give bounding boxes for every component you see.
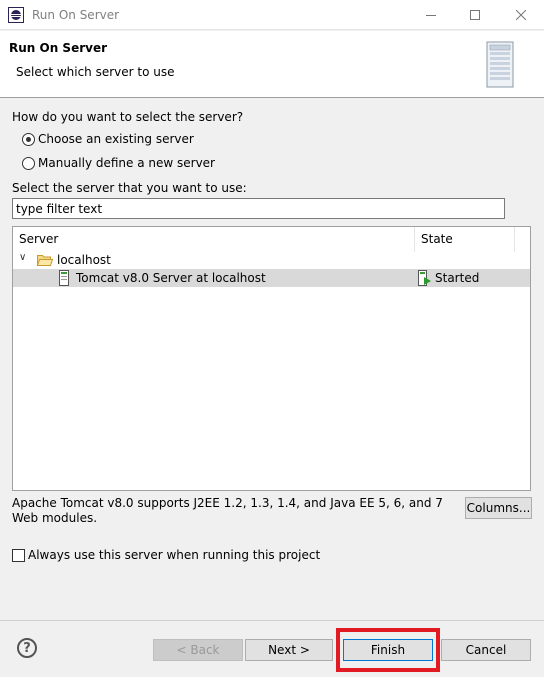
footer-separator: [0, 620, 544, 621]
define-new-radio[interactable]: Manually define a new server: [22, 156, 215, 170]
checkbox-box[interactable]: [12, 548, 25, 562]
choose-existing-radio[interactable]: Choose an existing server: [22, 132, 194, 146]
window-title: Run On Server: [32, 8, 120, 22]
selection-question: How do you want to select the server?: [12, 110, 244, 124]
filter-input[interactable]: [12, 198, 505, 219]
tree-group-localhost[interactable]: ∨ localhost: [13, 251, 530, 269]
help-icon[interactable]: ?: [17, 638, 37, 658]
minimize-button[interactable]: [408, 0, 453, 30]
server-tower-icon: [486, 41, 514, 88]
column-header-server[interactable]: Server: [13, 227, 415, 252]
choose-existing-label: Choose an existing server: [38, 132, 194, 146]
maximize-button[interactable]: [452, 0, 497, 30]
radio-selected-indicator[interactable]: [22, 132, 35, 146]
filter-label: Select the server that you want to use:: [12, 181, 247, 195]
tree-group-label: localhost: [57, 253, 111, 267]
columns-button[interactable]: Columns...: [465, 497, 532, 519]
server-state: Started: [435, 271, 480, 285]
cancel-button[interactable]: Cancel: [441, 639, 531, 661]
close-button[interactable]: [498, 0, 543, 30]
title-bar: Run On Server: [0, 0, 544, 30]
always-use-label: Always use this server when running this…: [28, 548, 321, 562]
server-started-icon: [418, 270, 431, 286]
maximize-icon: [469, 10, 480, 20]
column-header-state[interactable]: State: [415, 227, 515, 252]
radio-unselected-indicator[interactable]: [22, 156, 35, 170]
wizard-header: Run On Server Select which server to use: [0, 31, 544, 98]
server-description: Apache Tomcat v8.0 supports J2EE 1.2, 1.…: [12, 496, 443, 525]
server-icon: [59, 270, 69, 286]
server-name: Tomcat v8.0 Server at localhost: [76, 271, 266, 285]
define-new-label: Manually define a new server: [38, 156, 215, 170]
eclipse-app-icon: [8, 7, 24, 23]
header-subtitle: Select which server to use: [16, 65, 175, 79]
table-row[interactable]: Tomcat v8.0 Server at localhost Started: [13, 269, 530, 287]
back-button[interactable]: < Back: [153, 639, 243, 661]
always-use-checkbox[interactable]: Always use this server when running this…: [12, 548, 320, 562]
close-icon: [515, 10, 526, 20]
chevron-down-icon[interactable]: ∨: [19, 252, 26, 263]
next-button[interactable]: Next >: [245, 639, 333, 661]
folder-open-icon: [37, 255, 53, 266]
server-table[interactable]: Server State ∨ localhost Tomcat v8.0 Ser…: [12, 226, 531, 491]
minimize-icon: [425, 15, 436, 16]
finish-highlight-box: [336, 628, 440, 672]
header-title: Run On Server: [9, 41, 108, 55]
